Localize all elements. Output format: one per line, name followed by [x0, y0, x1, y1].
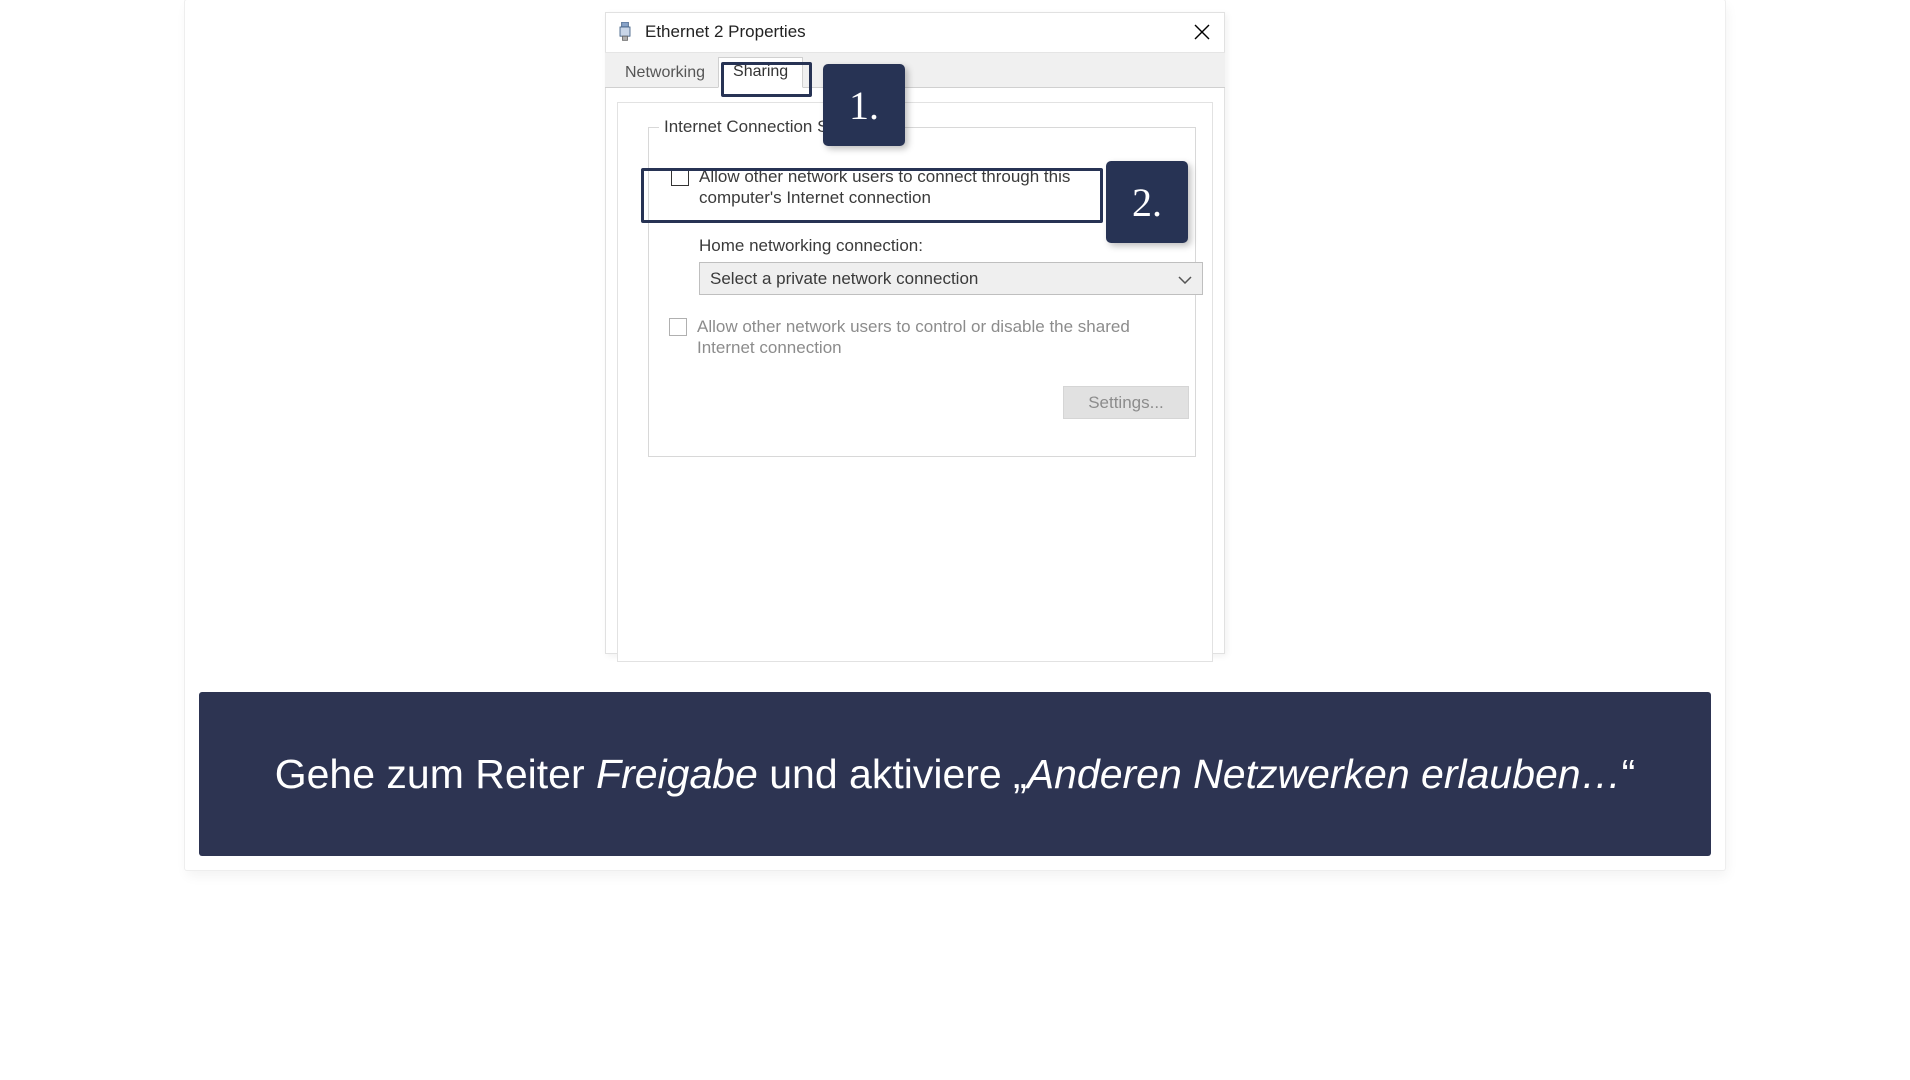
checkbox-icon	[669, 318, 687, 336]
caption-pre: Gehe zum Reiter	[275, 751, 596, 797]
ethernet-properties-dialog: Ethernet 2 Properties Networking Sharing…	[605, 12, 1225, 654]
select-value: Select a private network connection	[710, 269, 978, 289]
close-icon	[1194, 24, 1210, 40]
step-marker-1-label: 1.	[849, 82, 879, 129]
tab-strip: Networking Sharing	[605, 52, 1225, 88]
settings-button: Settings...	[1063, 386, 1189, 419]
tab-networking[interactable]: Networking	[611, 59, 719, 88]
caption-em2: Anderen Netzwerken erlauben…	[1027, 751, 1622, 797]
step-marker-2: 2.	[1106, 161, 1188, 243]
allow-control-label: Allow other network users to control or …	[697, 316, 1139, 359]
caption-em1: Freigabe	[596, 751, 758, 797]
allow-control-checkbox-row: Allow other network users to control or …	[669, 316, 1139, 359]
chevron-down-icon	[1178, 269, 1192, 289]
step-marker-1: 1.	[823, 64, 905, 146]
caption-post: “	[1622, 751, 1636, 797]
checkbox-icon	[671, 168, 689, 186]
allow-connect-label: Allow other network users to connect thr…	[699, 166, 1129, 209]
tutorial-card: Ethernet 2 Properties Networking Sharing…	[185, 0, 1725, 870]
caption-mid: und aktiviere „	[758, 751, 1027, 797]
home-networking-select[interactable]: Select a private network connection	[699, 262, 1203, 295]
step-marker-2-label: 2.	[1132, 179, 1162, 226]
tab-sharing-label: Sharing	[733, 63, 788, 80]
tab-sharing[interactable]: Sharing	[718, 57, 803, 88]
ethernet-icon	[615, 22, 635, 42]
tab-networking-label: Networking	[625, 64, 705, 81]
home-networking-label: Home networking connection:	[699, 236, 923, 256]
close-button[interactable]	[1179, 12, 1225, 52]
instruction-caption: Gehe zum Reiter Freigabe und aktiviere „…	[199, 692, 1711, 856]
window-title: Ethernet 2 Properties	[645, 22, 806, 42]
settings-button-label: Settings...	[1088, 393, 1164, 413]
titlebar: Ethernet 2 Properties	[605, 12, 1225, 52]
allow-connect-checkbox-row[interactable]: Allow other network users to connect thr…	[667, 162, 1133, 213]
